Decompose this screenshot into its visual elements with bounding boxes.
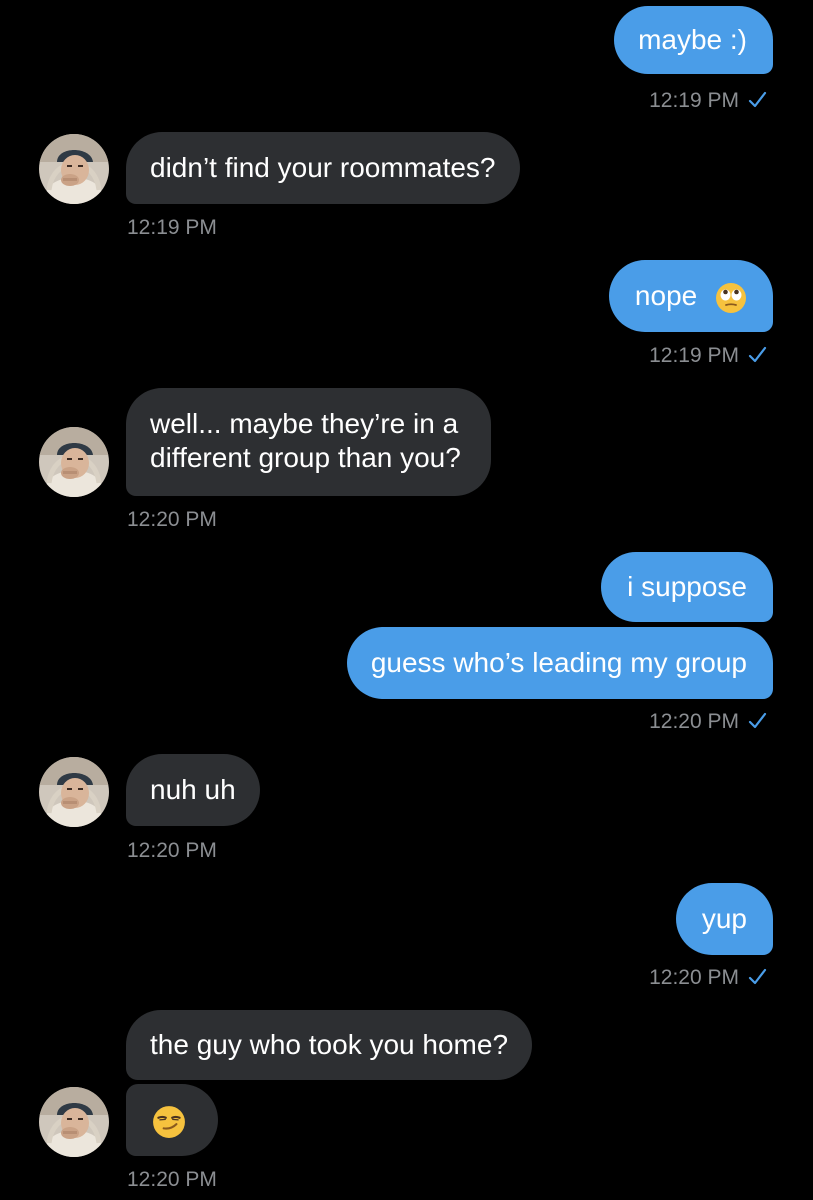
message-text: i suppose — [627, 571, 747, 602]
smirking-face-emoji — [153, 1105, 185, 1138]
incoming-message-bubble[interactable]: well... maybe they’re in a different gro… — [126, 388, 491, 496]
timestamp-text: 12:20 PM — [649, 966, 739, 989]
checkmark-icon — [748, 712, 767, 729]
message-timestamp: 12:20 PM — [649, 965, 767, 991]
message-timestamp: 12:20 PM — [127, 838, 217, 864]
message-text: nuh uh — [150, 774, 236, 805]
timestamp-text: 12:20 PM — [127, 839, 217, 862]
timestamp-text: 12:19 PM — [127, 216, 217, 239]
outgoing-message-bubble[interactable]: i suppose — [601, 552, 773, 622]
timestamp-text: 12:20 PM — [127, 1168, 217, 1191]
contact-avatar[interactable] — [39, 134, 109, 204]
message-timestamp: 12:20 PM — [127, 507, 217, 533]
contact-avatar[interactable] — [39, 757, 109, 827]
checkmark-icon — [748, 968, 767, 985]
incoming-message-bubble[interactable]: nuh uh — [126, 754, 260, 826]
message-timestamp: 12:19 PM — [649, 88, 767, 114]
message-text: maybe :) — [638, 24, 747, 55]
avatar-image — [39, 757, 109, 827]
message-timestamp: 12:19 PM — [127, 215, 217, 241]
message-text-line: well... maybe they’re in a — [150, 408, 459, 439]
avatar-image — [39, 134, 109, 204]
avatar-image — [39, 427, 109, 497]
timestamp-text: 12:20 PM — [127, 508, 217, 531]
message-text-line: different group than you? — [150, 442, 461, 473]
checkmark-icon — [748, 346, 767, 363]
message-timestamp: 12:19 PM — [649, 343, 767, 369]
timestamp-text: 12:20 PM — [649, 710, 739, 733]
contact-avatar[interactable] — [39, 1087, 109, 1157]
rolling-eyes-emoji — [716, 282, 746, 313]
outgoing-message-bubble[interactable]: guess who’s leading my group — [346, 627, 773, 699]
checkmark-icon — [748, 91, 767, 108]
message-timestamp: 12:20 PM — [649, 709, 767, 735]
incoming-message-bubble[interactable] — [126, 1084, 218, 1156]
timestamp-text: 12:19 PM — [649, 89, 739, 112]
outgoing-message-bubble[interactable]: maybe :) — [614, 6, 773, 74]
incoming-message-bubble[interactable]: didn’t find your roommates? — [126, 132, 520, 204]
message-text: guess who’s leading my group — [370, 647, 747, 678]
message-timestamp: 12:20 PM — [127, 1167, 217, 1193]
message-text: the guy who took you home? — [150, 1029, 509, 1060]
message-text: nope — [634, 280, 698, 311]
outgoing-message-bubble[interactable]: nope — [608, 260, 773, 332]
incoming-message-bubble[interactable]: the guy who took you home? — [126, 1010, 533, 1080]
avatar-image — [39, 1087, 109, 1157]
outgoing-message-bubble[interactable]: yup — [675, 883, 773, 955]
message-text: yup — [701, 903, 747, 934]
contact-avatar[interactable] — [39, 427, 109, 497]
timestamp-text: 12:19 PM — [649, 344, 739, 367]
message-text: didn’t find your roommates? — [150, 152, 496, 183]
